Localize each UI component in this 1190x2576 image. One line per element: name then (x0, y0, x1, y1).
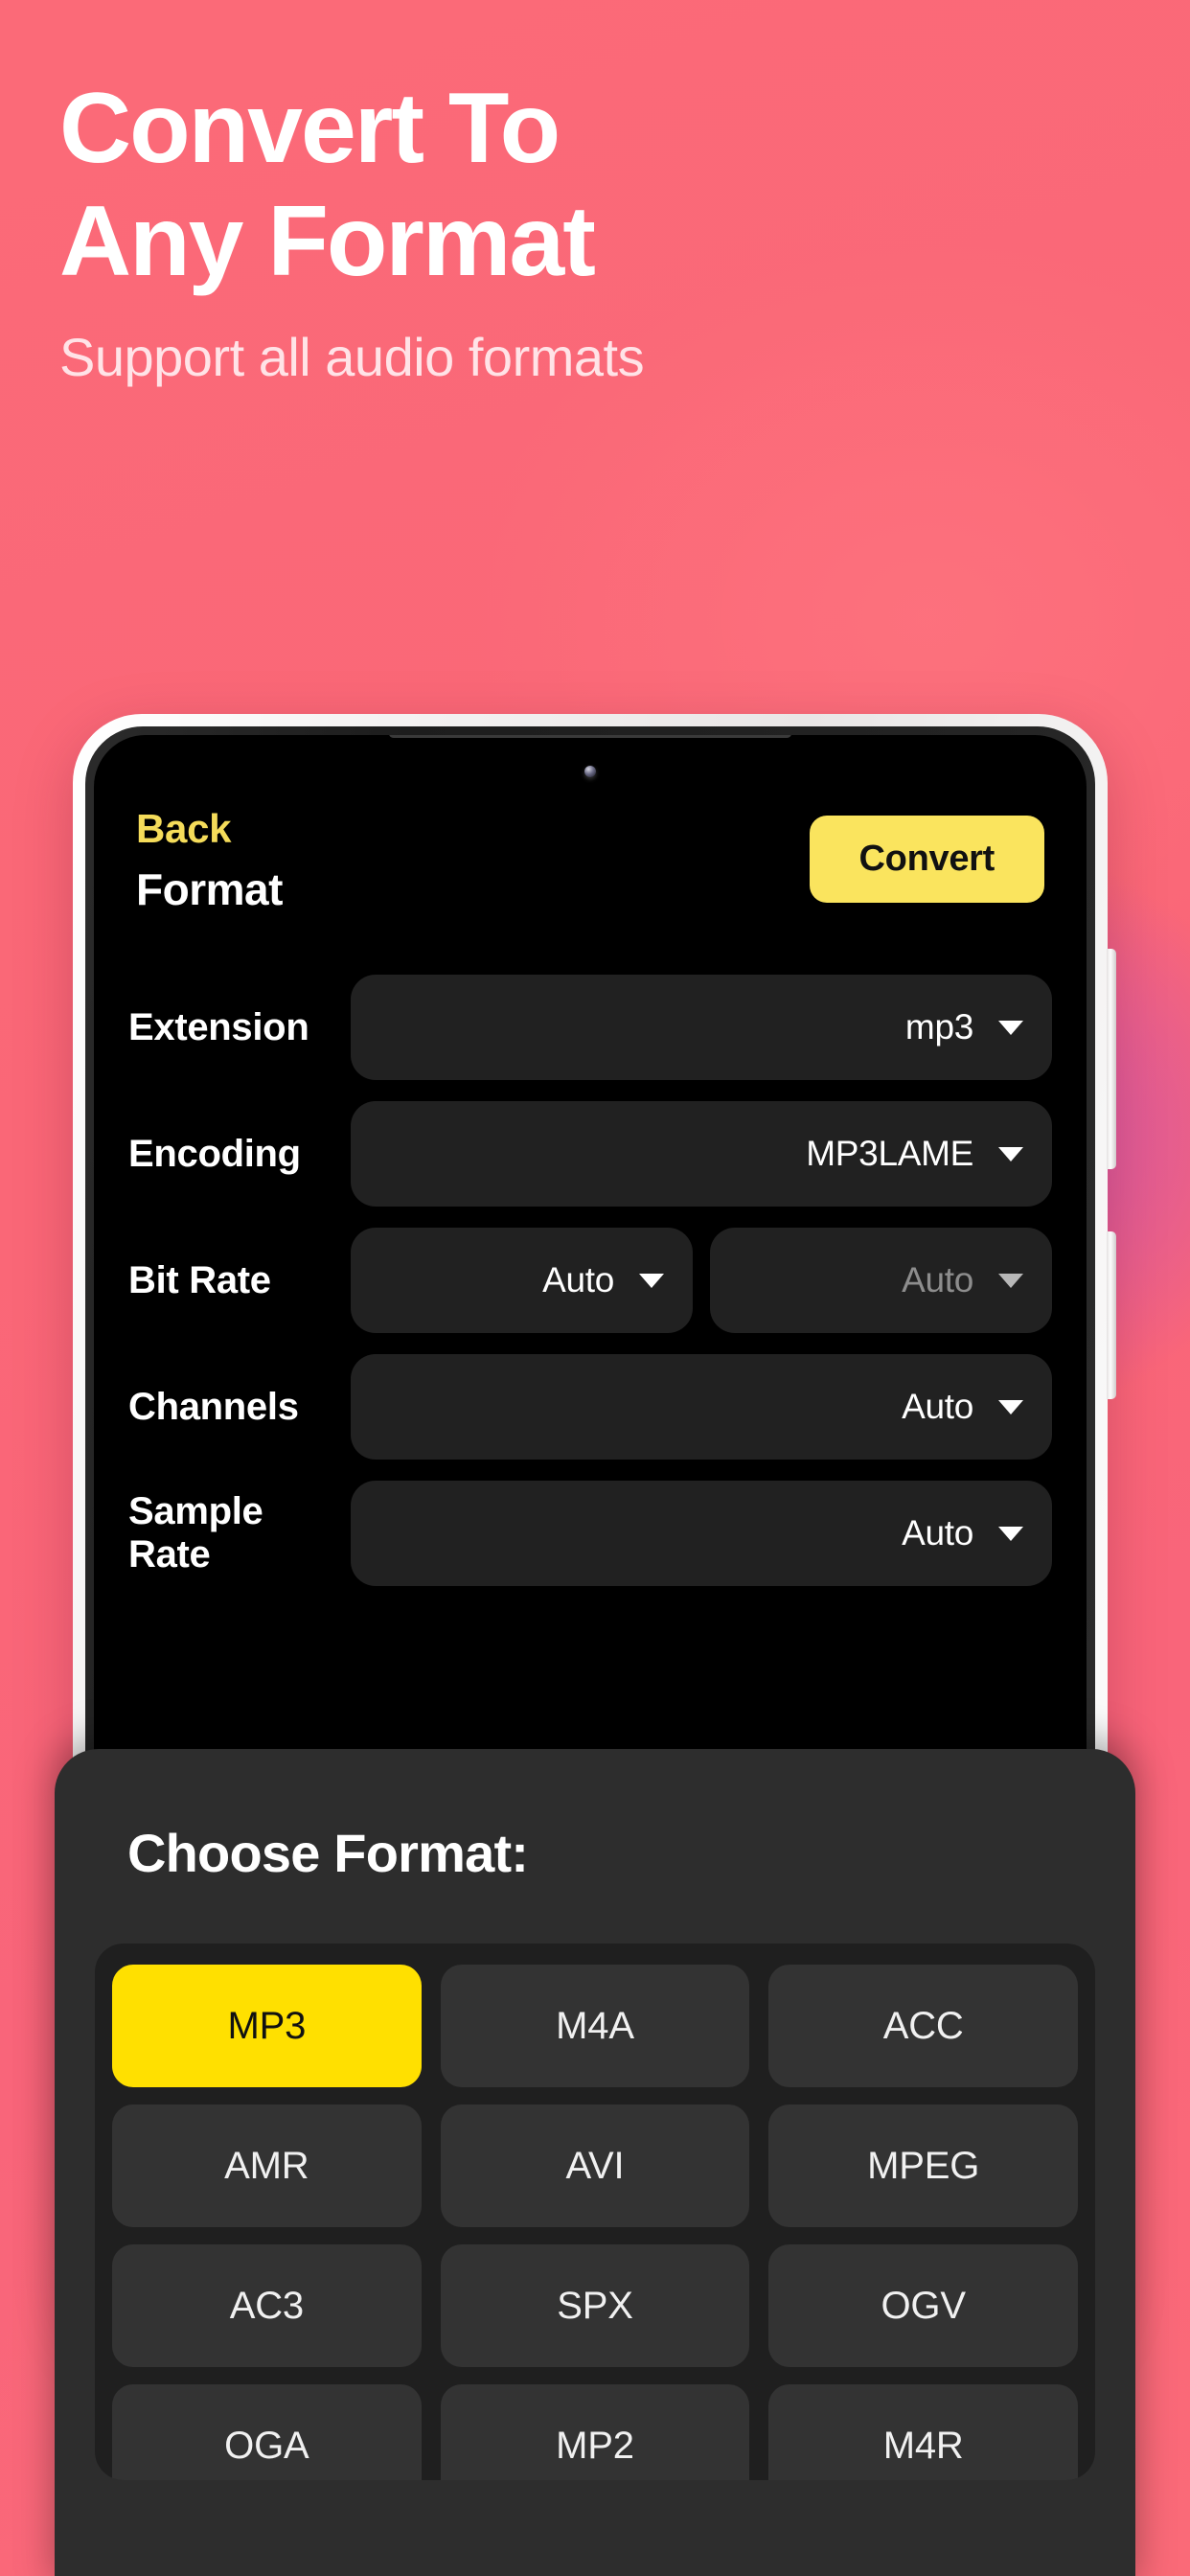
sample-rate-dropdown[interactable]: Auto (351, 1481, 1052, 1586)
chevron-down-icon (998, 1399, 1023, 1414)
bit-rate-value-dropdown[interactable]: Auto (710, 1228, 1052, 1333)
app-header: Back Format Convert (94, 802, 1087, 957)
setting-row-bit-rate: Bit Rate Auto Auto (128, 1228, 1052, 1333)
setting-fields-channels: Auto (351, 1354, 1052, 1460)
bit-rate-mode-value: Auto (542, 1260, 614, 1300)
chevron-down-icon (998, 1020, 1023, 1035)
setting-label-bit-rate: Bit Rate (128, 1258, 271, 1301)
setting-fields-encoding: MP3LAME (351, 1101, 1052, 1207)
format-option-amr[interactable]: AMR (112, 2104, 422, 2227)
header-titles: Back Format (136, 802, 283, 915)
headline-line-1: Convert To (59, 73, 561, 184)
sample-rate-value: Auto (902, 1513, 973, 1552)
encoding-value: MP3LAME (806, 1134, 973, 1173)
setting-row-sample-rate: Sample Rate Auto (128, 1481, 1052, 1586)
bit-rate-value: Auto (902, 1260, 973, 1300)
setting-row-channels: Channels Auto (128, 1354, 1052, 1460)
setting-row-encoding: Encoding MP3LAME (128, 1101, 1052, 1207)
chevron-down-icon (639, 1273, 664, 1288)
format-option-m4a[interactable]: M4A (440, 1965, 750, 2087)
setting-fields-bit-rate: Auto Auto (351, 1228, 1052, 1333)
format-option-spx[interactable]: SPX (440, 2244, 750, 2367)
promo-headline-block: Convert To Any Format Support all audio … (59, 79, 1113, 388)
format-option-ac3[interactable]: AC3 (112, 2244, 422, 2367)
earpiece-speaker (389, 735, 791, 738)
setting-fields-sample-rate: Auto (351, 1481, 1052, 1586)
setting-label-extension: Extension (128, 1005, 309, 1048)
encoding-dropdown[interactable]: MP3LAME (351, 1101, 1052, 1207)
chevron-down-icon (998, 1273, 1023, 1288)
setting-label-sample-rate: Sample Rate (128, 1490, 263, 1576)
format-settings-list: Extension mp3 Encoding MP3LAME Bit Rate … (94, 975, 1087, 1607)
headline-line-2: Any Format (59, 186, 596, 297)
format-option-mp2[interactable]: MP2 (440, 2384, 750, 2480)
promo-subheadline: Support all audio formats (59, 327, 645, 387)
format-option-oga[interactable]: OGA (112, 2384, 422, 2480)
format-option-ogv[interactable]: OGV (768, 2244, 1078, 2367)
format-option-mp3[interactable]: MP3 (112, 1965, 422, 2087)
chevron-down-icon (998, 1526, 1023, 1541)
extension-value: mp3 (904, 1007, 973, 1046)
format-grid: MP3 M4A ACC AMR AVI MPEG AC3 SPX OGV OGA MP2 M4R (112, 1965, 1078, 2480)
format-option-m4r[interactable]: M4R (768, 2384, 1078, 2480)
choose-format-sheet: Choose Format: MP3 M4A ACC AMR AVI MPEG AC3 SPX… (55, 1749, 1135, 2576)
setting-row-extension: Extension mp3 (128, 975, 1052, 1080)
bit-rate-mode-dropdown[interactable]: Auto (351, 1228, 693, 1333)
format-option-acc[interactable]: ACC (768, 1965, 1078, 2087)
convert-button[interactable]: Convert (809, 816, 1044, 903)
power-button[interactable] (1107, 1231, 1116, 1399)
setting-label-channels: Channels (128, 1385, 299, 1428)
format-option-avi[interactable]: AVI (440, 2104, 750, 2227)
extension-dropdown[interactable]: mp3 (351, 975, 1052, 1080)
front-camera-icon (584, 766, 596, 777)
format-option-mpeg[interactable]: MPEG (768, 2104, 1078, 2227)
chevron-down-icon (998, 1146, 1023, 1162)
screen-title: Format (136, 864, 283, 914)
back-button[interactable]: Back (136, 806, 283, 852)
setting-label-encoding: Encoding (128, 1132, 301, 1175)
volume-rocker-button[interactable] (1107, 949, 1116, 1169)
sheet-title: Choose Format: (127, 1823, 529, 1883)
format-options-panel: MP3 M4A ACC AMR AVI MPEG AC3 SPX OGV OGA MP2 M4R (95, 1944, 1095, 2480)
channels-dropdown[interactable]: Auto (351, 1354, 1052, 1460)
channels-value: Auto (902, 1387, 973, 1426)
page-title: Convert To Any Format (59, 79, 1113, 291)
setting-fields-extension: mp3 (351, 975, 1052, 1080)
